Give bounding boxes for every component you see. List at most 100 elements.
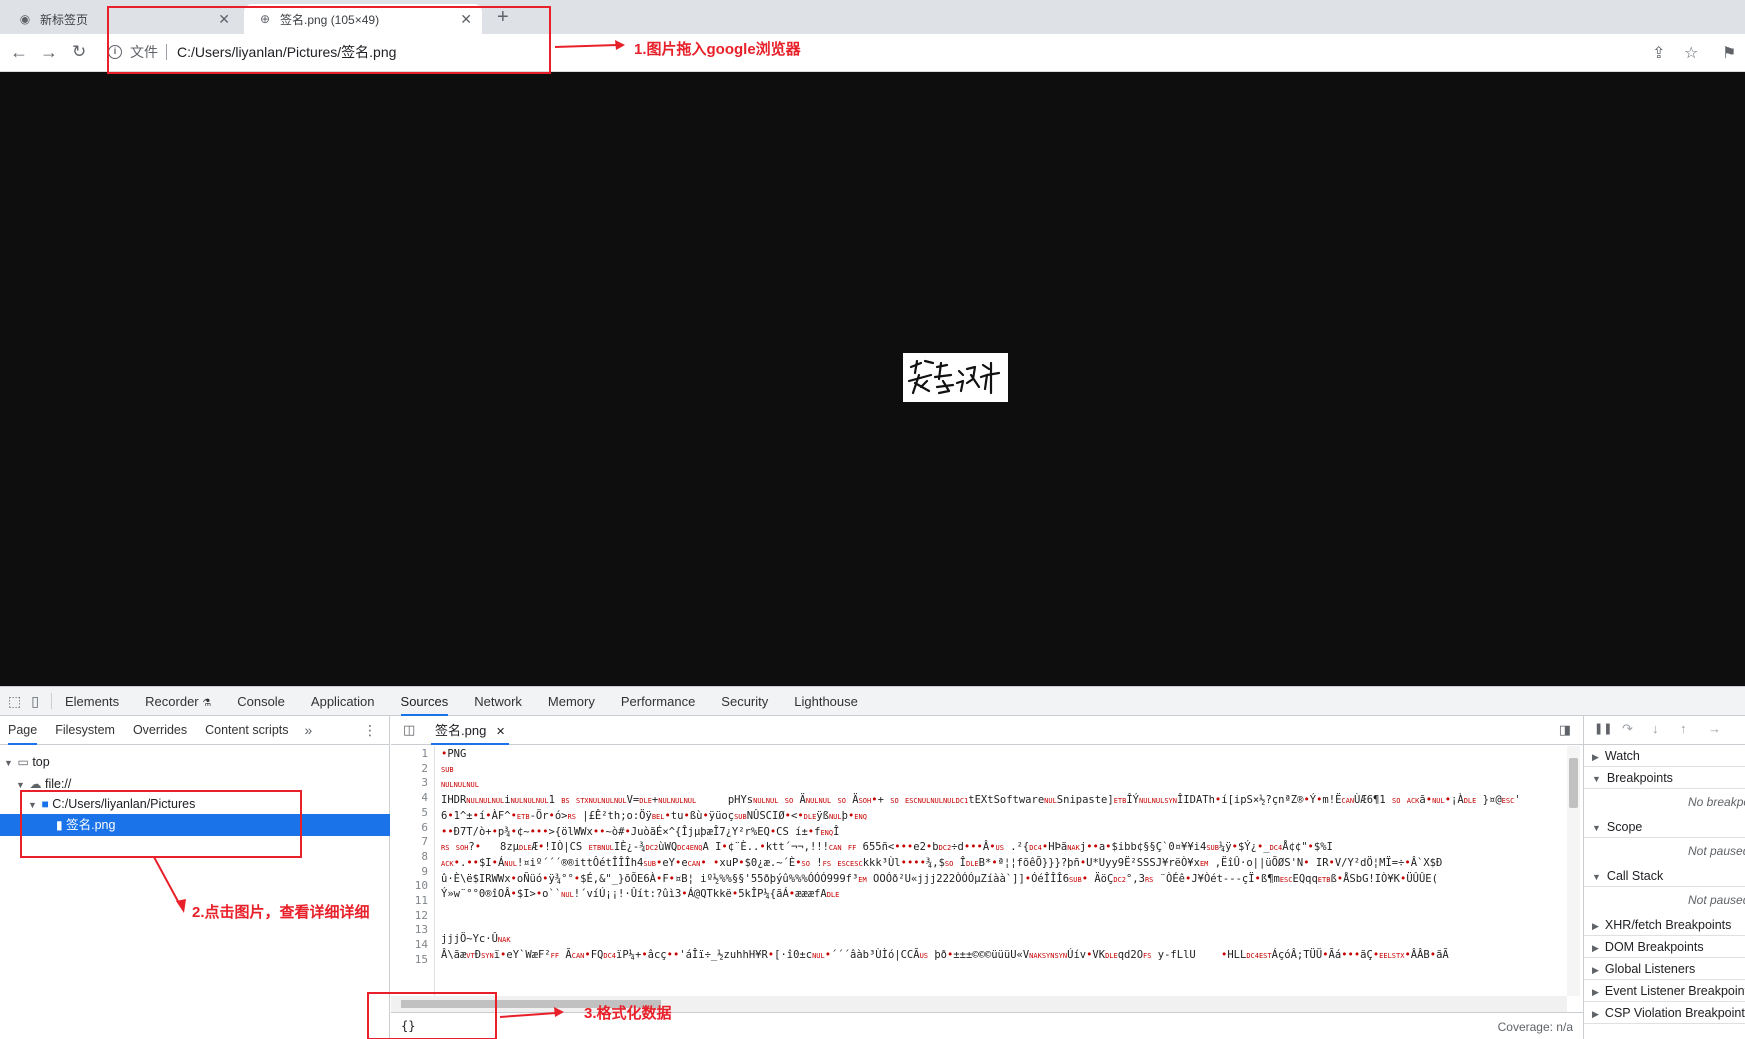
kebab-menu-icon[interactable]: ⋮ [363,716,377,745]
line-number: 14 [414,938,428,952]
tab-console[interactable]: Console [237,687,285,716]
forward-arrow-icon[interactable]: → [40,42,58,62]
line-number: 7 [421,835,428,849]
code-line: jjjÖ~Yc·ÛNAK [441,933,511,946]
close-icon[interactable]: ✕ [496,726,505,738]
section-csp-violation-breakpoints[interactable]: ▶ CSP Violation Breakpoints [1584,1002,1745,1024]
tab-filesystem[interactable]: Filesystem [55,716,115,745]
code-content[interactable]: •PNG SUB NULNULNUL IHDRNULNULNULiNULNULNUL1… [441,746,1556,996]
inspect-element-icon[interactable]: ⬚ [8,693,21,710]
line-number: 10 [414,879,428,893]
tab-recorder[interactable]: Recorder ⚗ [145,687,211,716]
section-dom-breakpoints[interactable]: ▶ DOM Breakpoints [1584,936,1745,958]
section-watch[interactable]: ▶ Watch [1584,745,1745,767]
tab-label: Recorder [145,693,199,709]
tab-security[interactable]: Security [721,687,768,716]
section-label: Scope [1606,820,1643,834]
line-number: 1 [421,747,428,760]
annotation-box-format [367,992,497,1039]
sources-navigator: Page Filesystem Overrides Content script… [0,716,390,1039]
tab-page[interactable]: Page [8,716,38,745]
section-scope[interactable]: ▼ Scope [1584,816,1745,838]
section-label: Breakpoints [1606,771,1673,785]
section-label: Global Listeners [1604,962,1696,976]
annotation-box-file [20,790,302,858]
image-viewport [0,72,1745,686]
line-number: 15 [414,952,428,966]
tab-performance[interactable]: Performance [621,687,695,716]
tab-lighthouse[interactable]: Lighthouse [794,687,858,716]
section-label: CSP Violation Breakpoints [1604,1006,1745,1020]
tab-application[interactable]: Application [311,687,375,716]
line-number: 8 [421,849,428,863]
step-icon[interactable]: → [1708,721,1721,736]
annotation-arrow-2 [153,856,186,913]
tab-memory[interactable]: Memory [548,687,595,716]
expand-arrow-icon[interactable]: ▼ [4,752,14,774]
bookmark-star-icon[interactable]: ☆ [1684,43,1698,63]
section-label: Event Listener Breakpoints [1604,984,1745,998]
tab-title: 新标签页 [40,12,89,27]
collapsed-triangle-icon: ▶ [1592,943,1599,953]
more-tabs-chevron-icon[interactable]: » [305,722,313,738]
reload-icon[interactable]: ↻ [72,42,86,62]
scrollbar-thumb[interactable] [1569,758,1578,808]
section-xhr-fetch-breakpoints[interactable]: ▶ XHR/fetch Breakpoints [1584,914,1745,936]
extension-icon[interactable]: ⚑ [1722,43,1736,63]
annotation-step-2: 2.点击图片，查看详细详细 [192,904,370,921]
pause-icon[interactable]: ❚❚ [1594,722,1612,735]
expanded-triangle-icon: ▼ [1592,823,1601,833]
step-out-icon[interactable]: ↑ [1680,721,1687,736]
tab-overrides[interactable]: Overrides [133,716,187,745]
code-line: NULNULNUL [441,781,479,790]
tree-item-top[interactable]: ▼ ▭ top [0,751,390,773]
step-over-icon[interactable]: ↷ [1622,721,1633,737]
devtools-main-tabs: ⬚ ▯ Elements Recorder ⚗ Console Applicat… [0,687,1745,716]
device-toolbar-icon[interactable]: ▯ [31,693,39,710]
section-label: DOM Breakpoints [1604,940,1704,954]
signature-image[interactable] [903,353,1008,402]
annotation-arrow-1 [554,40,625,50]
step-into-icon[interactable]: ↓ [1652,721,1659,736]
annotation-step-1: 1.图片拖入google浏览器 [634,41,801,58]
toggle-navigator-icon[interactable]: ◫ [403,722,415,738]
debugger-sidebar: ❚❚ ↷ ↓ ↑ → ▶ Watch ▼ Breakpoints No breakpoi… [1583,716,1745,1039]
back-arrow-icon[interactable]: ← [10,42,28,62]
tab-new-tab[interactable]: ◉ 新标签页 [4,4,104,34]
section-breakpoints[interactable]: ▼ Breakpoints [1584,767,1745,789]
toggle-debugger-icon[interactable]: ◨ [1559,722,1571,738]
line-number: 13 [414,923,428,937]
editor-tabs: ◫ 签名.png ✕ ◨ [391,716,1583,745]
code-line: 6•1^±•í•ÀF^•ETB-Ör•ó>RS |£Ê²th;o:ÖÿBEL•t… [441,809,867,822]
section-label: XHR/fetch Breakpoints [1604,918,1732,932]
section-message: Not paused [1688,844,1745,858]
annotation-step-3: 3.格式化数据 [584,1005,672,1022]
line-number: 5 [421,805,428,819]
section-call-stack[interactable]: ▼ Call Stack [1584,865,1745,887]
divider [50,693,52,709]
section-label: Watch [1604,749,1640,763]
section-event-listener-breakpoints[interactable]: ▶ Event Listener Breakpoints [1584,980,1745,1002]
line-number: 2 [421,761,428,775]
section-global-listeners[interactable]: ▶ Global Listeners [1584,958,1745,980]
code-line: •PNG [441,748,467,760]
vertical-scrollbar[interactable] [1567,746,1580,996]
editor-tab-signature-png[interactable]: 签名.png ✕ [431,716,510,745]
section-message: No breakpoints [1688,795,1745,809]
code-line: IHDRNULNULNULiNULNULNUL1 BS STXNULNULNUL… [441,794,1521,807]
devtools-panel: ⬚ ▯ Elements Recorder ⚗ Console Applicat… [0,686,1745,1039]
share-icon[interactable]: ⇪ [1652,43,1665,63]
annotation-arrow-3 [499,1007,564,1018]
tab-network[interactable]: Network [474,687,522,716]
tree-label: file:// [44,777,72,791]
tab-elements[interactable]: Elements [65,687,119,716]
code-line: RS SOH?• 8zµDLEÆ•!IÒ|CS ETBNULIÈ¿-¾DC2ùW… [441,841,1333,854]
tab-sources[interactable]: Sources [400,687,449,716]
code-line: û·È\ë$IRWWx•oÑüó•ÿ¾°°•$É,&"_}õÕE6À•F•¤B¦… [441,872,1438,885]
tab-content-scripts[interactable]: Content scripts [205,716,288,745]
tab-label: 签名.png [435,723,487,738]
section-label: Call Stack [1606,869,1664,883]
annotation-box-address [107,6,551,74]
